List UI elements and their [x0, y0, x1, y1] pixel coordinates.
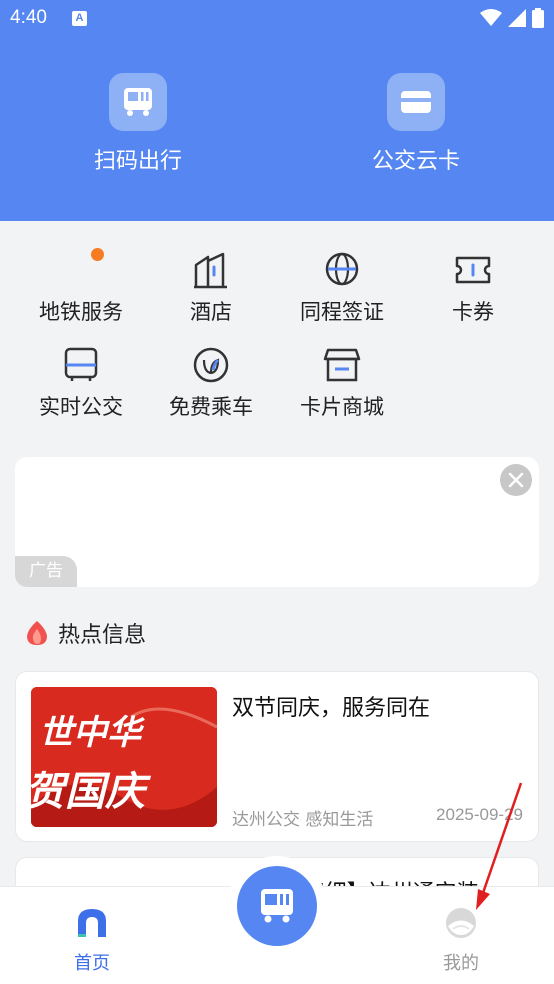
app-notification-icon: A	[72, 11, 87, 26]
notification-badge	[91, 248, 104, 261]
thumb-text: 贺国庆	[31, 769, 145, 815]
ticket-icon	[453, 250, 493, 290]
bus-qr-icon	[261, 889, 293, 923]
hot-info-heading: 热点信息	[24, 617, 146, 649]
card-icon	[387, 73, 445, 131]
service-label: 卡片商城	[300, 395, 384, 419]
scan-fab-button[interactable]	[237, 866, 317, 946]
service-realtime-bus[interactable]: 实时公交	[16, 345, 146, 421]
nav-home[interactable]: 首页	[42, 907, 142, 975]
service-label: 卡券	[452, 300, 494, 324]
news-source: 达州公交 感知生活	[232, 810, 374, 830]
service-card-store[interactable]: 卡片商城	[277, 345, 407, 421]
service-label: 地铁服务	[39, 300, 123, 324]
service-free-ride[interactable]: 免费乘车	[146, 345, 276, 421]
bus-qr-icon	[109, 73, 167, 131]
service-coupons[interactable]: 卡券	[408, 250, 538, 326]
news-title: 双节同庆，服务同在	[232, 696, 431, 721]
service-label: 酒店	[190, 300, 232, 324]
ad-close-button[interactable]	[500, 464, 532, 496]
section-title-text: 热点信息	[58, 623, 147, 648]
news-date: 2025-09-29	[436, 805, 523, 824]
flame-icon	[27, 621, 47, 645]
bus-cloud-card-button[interactable]: 公交云卡	[336, 73, 496, 175]
hotel-icon	[191, 250, 231, 290]
status-indicators	[480, 8, 544, 28]
close-icon	[508, 472, 524, 488]
leaf-icon	[191, 345, 231, 385]
store-icon	[322, 345, 362, 385]
news-thumbnail: 世中华 贺国庆	[31, 687, 217, 827]
news-item[interactable]: 世中华 贺国庆 双节同庆，服务同在 达州公交 感知生活 2025-09-29	[15, 671, 539, 842]
service-visa[interactable]: 同程签证	[277, 250, 407, 326]
nav-home-label: 首页	[74, 953, 110, 974]
thumb-text: 世中华	[39, 713, 141, 753]
globe-icon	[322, 250, 362, 290]
status-time: 4:40	[10, 7, 47, 28]
bus-icon	[61, 345, 101, 385]
profile-icon	[446, 908, 476, 938]
scan-ride-button[interactable]: 扫码出行	[58, 73, 218, 175]
home-icon	[78, 909, 106, 937]
service-subway[interactable]: 地铁服务	[16, 250, 146, 326]
service-label: 同程签证	[300, 300, 384, 324]
service-label: 免费乘车	[169, 395, 253, 419]
nav-mine-label: 我的	[443, 953, 479, 974]
ad-banner[interactable]: 广告	[15, 457, 539, 587]
signal-icon	[508, 9, 526, 27]
scan-ride-label: 扫码出行	[93, 149, 182, 174]
status-bar: 4:40 A	[0, 0, 554, 38]
service-hotel[interactable]: 酒店	[146, 250, 276, 326]
battery-icon	[532, 8, 544, 28]
bus-cloud-card-label: 公交云卡	[371, 149, 460, 174]
wifi-icon	[480, 9, 502, 26]
ad-tag: 广告	[15, 556, 77, 587]
service-label: 实时公交	[39, 395, 123, 419]
header-banner: 4:40 A 扫码出行 公交云卡	[0, 0, 554, 221]
nav-mine[interactable]: 我的	[411, 907, 511, 975]
